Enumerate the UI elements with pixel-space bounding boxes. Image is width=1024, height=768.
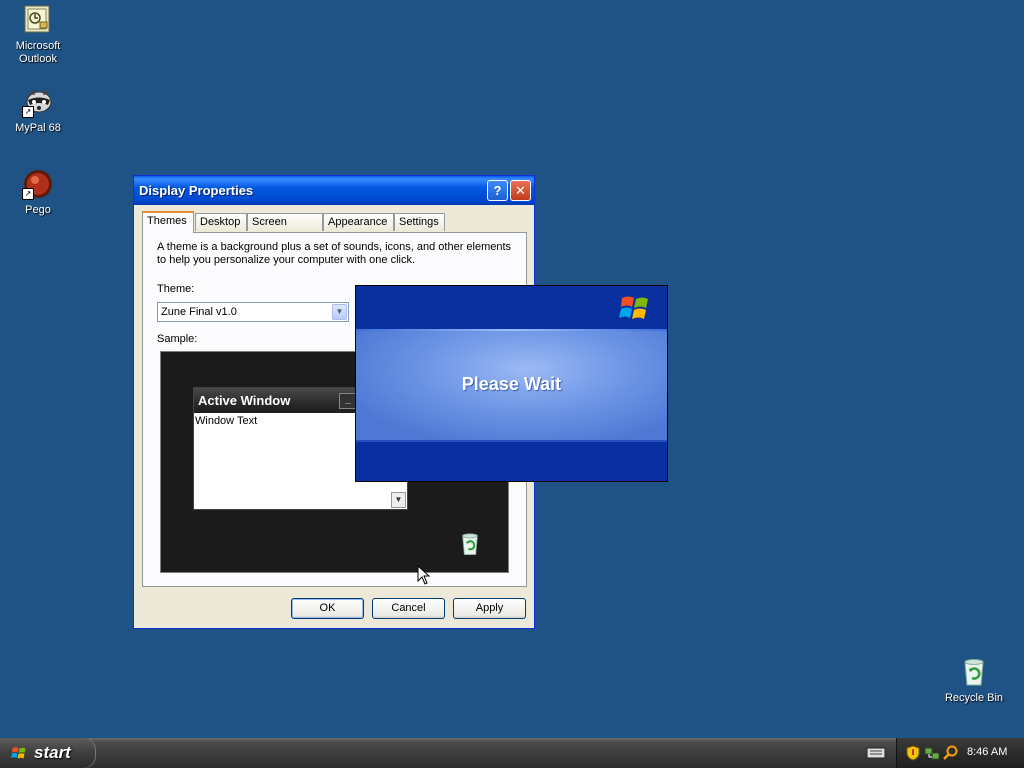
- tab-settings[interactable]: Settings: [394, 213, 445, 231]
- windows-logo-icon: [10, 745, 28, 761]
- dialog-titlebar[interactable]: Display Properties ? ✕: [134, 176, 534, 205]
- search-icon[interactable]: [943, 745, 959, 761]
- shortcut-arrow-icon: ↗: [22, 188, 34, 200]
- scroll-down-icon: ▼: [391, 492, 406, 508]
- windows-logo-icon: [619, 292, 651, 324]
- outlook-icon: [22, 4, 54, 36]
- ok-button[interactable]: OK: [291, 598, 364, 619]
- desktop-icon-mypal[interactable]: ↗ MyPal 68: [0, 86, 76, 135]
- theme-dropdown-value: Zune Final v1.0: [161, 306, 237, 318]
- desktop-icon-label: Recycle Bin: [944, 692, 1004, 704]
- sample-window-title: Active Window: [198, 393, 291, 408]
- shortcut-arrow-icon: ↗: [22, 106, 34, 118]
- start-button[interactable]: start: [0, 738, 96, 768]
- tab-desktop[interactable]: Desktop: [195, 213, 247, 231]
- taskbar: start 8:46 AM: [0, 738, 1024, 768]
- dialog-title: Display Properties: [139, 183, 254, 198]
- keyboard-icon[interactable]: [866, 746, 886, 760]
- network-icon[interactable]: [924, 745, 940, 761]
- recycle-bin-icon: [457, 530, 483, 558]
- theme-dropdown[interactable]: Zune Final v1.0 ▼: [157, 302, 349, 322]
- apply-button[interactable]: Apply: [453, 598, 526, 619]
- cancel-button[interactable]: Cancel: [372, 598, 445, 619]
- tab-themes[interactable]: Themes: [142, 211, 194, 233]
- close-button[interactable]: ✕: [510, 180, 531, 201]
- desktop-icon-pego[interactable]: ↗ Pego: [0, 168, 76, 217]
- desktop-icon-label: MyPal 68: [15, 122, 61, 134]
- security-shield-icon[interactable]: [905, 745, 921, 761]
- mouse-cursor-icon: [417, 564, 431, 585]
- chevron-down-icon[interactable]: ▼: [332, 304, 347, 320]
- start-label: start: [34, 743, 71, 762]
- desktop-icon-recycle-bin[interactable]: Recycle Bin: [936, 656, 1012, 705]
- mypal-icon: ↗: [22, 86, 54, 118]
- desktop-icon-outlook[interactable]: Microsoft Outlook: [0, 4, 76, 66]
- theme-description: A theme is a background plus a set of so…: [157, 241, 512, 266]
- tab-appearance[interactable]: Appearance: [323, 213, 394, 231]
- tab-screen-saver[interactable]: Screen Saver: [247, 213, 323, 245]
- pego-icon: ↗: [22, 168, 54, 200]
- recycle-bin-icon: [958, 656, 990, 688]
- taskbar-clock[interactable]: 8:46 AM: [967, 746, 1007, 758]
- system-tray: 8:46 AM: [896, 738, 1024, 768]
- desktop-icon-label: Microsoft Outlook: [15, 40, 61, 65]
- theme-label: Theme:: [157, 283, 195, 295]
- please-wait-window: Please Wait: [355, 285, 668, 482]
- desktop-icon-label: Pego: [25, 204, 51, 216]
- sample-label: Sample:: [157, 333, 198, 345]
- please-wait-message: Please Wait: [461, 374, 562, 394]
- help-button[interactable]: ?: [487, 180, 508, 201]
